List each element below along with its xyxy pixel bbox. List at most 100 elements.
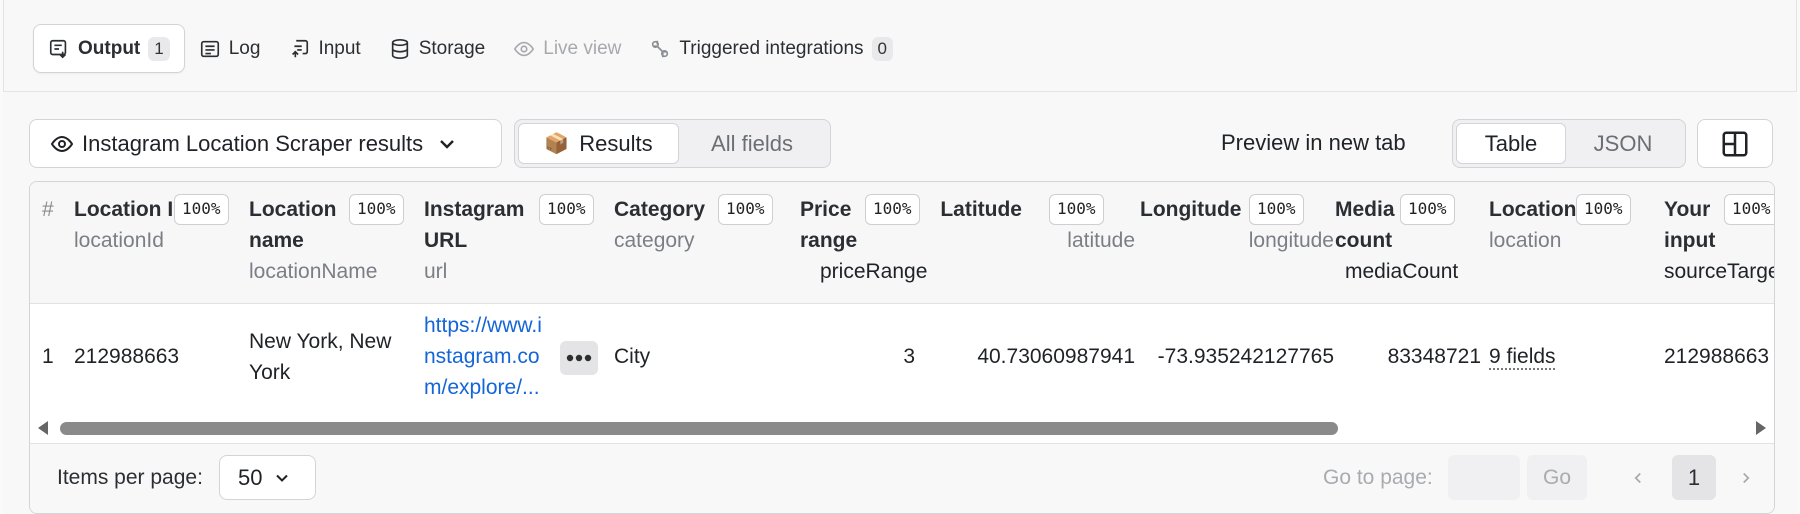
row-index: 1: [42, 345, 54, 368]
cell-longitude: -73.935242127765: [1157, 345, 1334, 368]
column-title-text: Longitude: [1140, 198, 1242, 221]
column-fill-badge: 100%: [174, 194, 229, 225]
chevron-down-icon: [440, 139, 455, 149]
column-fill-badge: 100%: [865, 194, 920, 225]
tab-triggered-integrations[interactable]: Triggered integrations 0: [635, 24, 907, 73]
results-toggle-button[interactable]: 📦 Results: [518, 123, 679, 164]
layout-toggle-button[interactable]: [1697, 119, 1773, 168]
cell-latitude: 40.73060987941: [977, 345, 1135, 368]
eye-icon: [50, 135, 74, 152]
dataset-view-select[interactable]: Instagram Location Scraper results: [29, 119, 502, 168]
next-page-button[interactable]: [1726, 455, 1766, 500]
column-key: sourceTarget: [1664, 260, 1775, 283]
column-title-text: Latitude: [940, 198, 1022, 221]
column-title: Category: [614, 198, 706, 221]
tab-log-label: Log: [228, 37, 261, 59]
column-key: locationName: [249, 260, 378, 283]
json-format-button[interactable]: JSON: [1566, 123, 1680, 164]
column-title: Your input: [1664, 198, 1716, 252]
cell-more-button[interactable]: [560, 341, 598, 375]
column-fill-badge: 100%: [1249, 194, 1304, 225]
tab-storage[interactable]: Storage: [375, 24, 500, 73]
more-horizontal-icon: [566, 354, 592, 362]
live-view-icon: [514, 41, 535, 56]
scroll-right-arrow[interactable]: [1756, 421, 1766, 435]
tab-storage-label: Storage: [418, 37, 486, 59]
column-fill-badge: 100%: [1049, 194, 1104, 225]
column-title: Longitude: [1140, 194, 1334, 225]
results-toggle-label: Results: [579, 130, 653, 156]
column-fill-badge: 100%: [1724, 194, 1774, 225]
tab-triggered-integrations-count: 0: [871, 36, 893, 61]
fields-toggle: 📦 Results All fields: [514, 119, 831, 168]
tab-input-label: Input: [318, 37, 361, 59]
tab-output[interactable]: Output 1: [33, 24, 185, 73]
tab-log[interactable]: Log: [185, 24, 275, 73]
output-panel: Instagram Location Scraper results 📦 Res…: [3, 92, 1797, 514]
tab-live-view[interactable]: Live view: [499, 24, 635, 73]
column-fill-badge: 100%: [1400, 194, 1455, 225]
all-fields-toggle-button[interactable]: All fields: [679, 123, 825, 164]
column-header-price-range[interactable]: Price range: [800, 194, 870, 256]
preview-in-new-tab-link[interactable]: Preview in new tab: [1221, 130, 1406, 156]
results-table: # Location ID locationId 100% Location n…: [29, 181, 1775, 514]
pagination-footer: Items per page: 50 Go to page: Go 1: [30, 443, 1774, 513]
tab-input[interactable]: Input: [274, 24, 374, 73]
cell-location-id: 212988663: [74, 345, 180, 368]
column-fill-badge: 100%: [539, 194, 594, 225]
layout-icon: [1722, 131, 1748, 156]
cell-source-target: 212988663: [1664, 345, 1770, 368]
column-header-media-count[interactable]: Media count: [1335, 194, 1395, 256]
cell-location-fields[interactable]: 9 fields: [1489, 341, 1556, 372]
column-title: Latitude: [930, 194, 1135, 225]
column-key: priceRange: [820, 260, 928, 283]
column-key: latitude: [1067, 229, 1135, 252]
previous-page-button[interactable]: [1618, 455, 1658, 500]
chevron-right-icon: [1743, 472, 1750, 483]
column-fill-badge: 100%: [349, 194, 404, 225]
column-fill-badge: 100%: [718, 194, 773, 225]
items-per-page-value: 50: [238, 464, 263, 490]
tab-output-label: Output: [78, 37, 141, 59]
scroll-left-arrow[interactable]: [38, 421, 48, 435]
column-header-your-input[interactable]: Your input: [1664, 194, 1729, 256]
index-column-header: #: [42, 198, 54, 221]
table-format-button[interactable]: Table: [1456, 123, 1566, 164]
cell-instagram-url-link[interactable]: https://www.instagram.com/explore/...: [424, 310, 550, 403]
tab-triggered-integrations-label: Triggered integrations: [679, 37, 864, 59]
go-to-page-input[interactable]: [1448, 455, 1520, 500]
input-icon: [292, 39, 309, 57]
table-header: # Location ID locationId 100% Location n…: [30, 182, 1774, 304]
log-icon: [200, 40, 219, 57]
scrollbar-thumb[interactable]: [60, 422, 1338, 435]
package-icon: 📦: [544, 133, 570, 155]
output-icon: [49, 39, 67, 58]
cell-category: City: [614, 345, 651, 368]
items-per-page-label: Items per page:: [57, 466, 203, 489]
column-key: url: [424, 260, 448, 283]
go-button[interactable]: Go: [1527, 455, 1587, 500]
chevron-down-icon: [276, 474, 289, 482]
column-key: location: [1489, 229, 1562, 252]
go-to-page-label: Go to page:: [1323, 466, 1433, 489]
column-header-category[interactable]: Category category: [614, 194, 734, 256]
format-toggle: Table JSON: [1452, 119, 1686, 168]
horizontal-scrollbar[interactable]: [30, 418, 1774, 438]
column-title: Price range: [800, 198, 858, 252]
run-tabs: Output 1 Log Input Storage Live view Tri…: [33, 24, 907, 73]
dataset-view-label: Instagram Location Scraper results: [82, 130, 424, 156]
storage-icon: [391, 38, 408, 59]
tab-live-view-label: Live view: [543, 37, 622, 59]
cell-media-count: 83348721: [1387, 345, 1481, 368]
integrations-icon: [652, 40, 669, 57]
column-key: mediaCount: [1345, 260, 1459, 283]
column-key: locationId: [74, 229, 164, 252]
tab-output-count: 1: [148, 36, 170, 61]
current-page-button[interactable]: 1: [1672, 455, 1716, 500]
column-header-longitude[interactable]: Longitude longitude: [1140, 194, 1334, 256]
column-header-latitude[interactable]: Latitude latitude: [930, 194, 1135, 256]
cell-location-name: New York, New York: [249, 330, 392, 384]
column-title: Media count: [1335, 198, 1395, 252]
items-per-page-select[interactable]: 50: [219, 455, 316, 500]
chevron-left-icon: [1634, 472, 1641, 483]
